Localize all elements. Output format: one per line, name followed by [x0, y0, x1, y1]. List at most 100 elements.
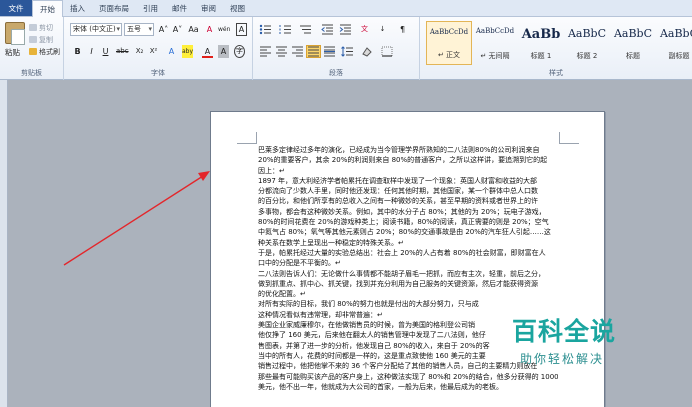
watermark-title: 百科全说: [512, 317, 617, 346]
change-case-button[interactable]: Aa: [188, 23, 199, 36]
line-spacing-icon[interactable]: [341, 46, 354, 57]
show-marks-icon[interactable]: ¶: [397, 23, 408, 36]
tab-0[interactable]: 文件: [0, 0, 32, 16]
style-sample: AaBbC: [613, 27, 653, 40]
text-line: 种关系在数学上呈现出一种稳定的特殊关系。↵: [258, 238, 404, 247]
copy-button[interactable]: 复制: [29, 35, 53, 45]
text-line: 分都流向了少数人手里，同时他还发现：任何其他时期，其他国家，某一个群体中总人口数: [258, 187, 538, 196]
font-group-label: 字体: [151, 69, 165, 77]
underline-button[interactable]: U: [100, 45, 111, 58]
char-shading-button[interactable]: A: [218, 45, 229, 58]
clear-format-button[interactable]: A: [204, 23, 215, 36]
increase-indent-icon[interactable]: [339, 24, 352, 35]
paste-icon[interactable]: [5, 22, 25, 45]
decrease-indent-icon[interactable]: [321, 24, 334, 35]
copy-icon: [29, 36, 37, 43]
text-line: 做到抓重点、抓中心、抓关键，找到并充分利用为自己服务的关键资源，然后才能获得资源: [258, 279, 538, 288]
text-line: 多事物，都会有这种微妙关系。例如，其中的水分子占 80%；其他的为 20%；玩电…: [258, 207, 546, 216]
text-line: 口中的分配是不平衡的。↵: [258, 259, 341, 268]
style-sample: AaBbCcDd: [475, 27, 515, 35]
ribbon-tab-bar: 文件 开始 插入 页面布局 引用 邮件 审阅 视图: [0, 0, 692, 18]
clipboard-group-label: 剪贴板: [21, 69, 42, 77]
styles-group-label: 样式: [549, 69, 563, 77]
style-item-3[interactable]: AaBbC 标题 2: [564, 21, 610, 65]
style-item-5[interactable]: AaBbC 副标题: [656, 21, 692, 65]
style-name: ↵ 正文: [437, 51, 461, 59]
style-item-1[interactable]: AaBbCcDd ↵ 无间隔: [472, 21, 518, 65]
text-line: 巴莱多定律经过多年的演化，已经成为当今管理学界所熟知的二八法则80%的公司利润来…: [258, 146, 540, 154]
text-line: 20%的重要客户，其余 20%的利润则来自 80%的普通客户，之所以这样讲，要追…: [258, 156, 548, 165]
superscript-button[interactable]: X²: [148, 45, 159, 58]
format-painter-button[interactable]: 格式刷: [29, 47, 60, 57]
tab-6[interactable]: 审阅: [194, 0, 223, 16]
style-name: 标题 1: [530, 52, 552, 60]
justify-icon[interactable]: [306, 45, 321, 58]
tab-5[interactable]: 邮件: [165, 0, 194, 16]
watermark-logo: 百科全说 助你轻松解决: [506, 310, 656, 378]
vertical-ruler: [0, 80, 8, 407]
borders-icon[interactable]: [381, 46, 394, 57]
enclose-char-button[interactable]: 字: [234, 45, 245, 58]
text-line: 美元，他不出一年，他就成为大公司的首家，一般为后来，他最后成为的老板。: [258, 382, 503, 391]
text-effects-button[interactable]: A: [166, 45, 177, 58]
highlight-button[interactable]: aby: [182, 45, 194, 58]
ribbon: 粘贴 剪切 复制 格式刷 剪贴板 宋体 (中文正) 五号 A˄ A˅ Aa A …: [0, 17, 692, 80]
phonetic-guide-button[interactable]: wén: [218, 23, 230, 36]
numbering-icon[interactable]: [279, 24, 292, 35]
clipboard-group: 粘贴 剪切 复制 格式刷 剪贴板: [0, 17, 64, 80]
style-sample: AaBbC: [567, 27, 607, 40]
style-name: 标题: [626, 52, 640, 60]
style-name: 副标题: [668, 52, 690, 60]
tab-2[interactable]: 插入: [63, 0, 92, 16]
style-item-0[interactable]: AaBbCcDd ↵ 正文: [426, 21, 472, 65]
paragraph-group-label: 段落: [329, 69, 343, 77]
style-sample: AaBbCcDd: [429, 28, 469, 36]
align-left-icon[interactable]: [259, 46, 272, 57]
style-name: ↵ 无间隔: [480, 52, 510, 60]
text-line: 的优化配置。↵: [258, 290, 306, 299]
font-group: 宋体 (中文正) 五号 A˄ A˅ Aa A wén A B I U abc X…: [64, 17, 253, 80]
bold-button[interactable]: B: [72, 45, 83, 58]
shrink-font-button[interactable]: A˅: [172, 23, 183, 36]
style-item-2[interactable]: AaBb 标题 1: [518, 21, 564, 65]
font-name-select[interactable]: 宋体 (中文正): [70, 23, 122, 36]
char-border-button[interactable]: A: [236, 23, 247, 36]
font-size-select[interactable]: 五号: [124, 23, 154, 36]
bullets-icon[interactable]: [259, 24, 272, 35]
chinese-layout-icon[interactable]: 文: [359, 23, 370, 36]
styles-group: AaBbCcDd ↵ 正文 AaBbCcDd ↵ 无间隔 AaBb 标题 1 AaBbC 标题…: [420, 17, 692, 80]
sort-icon[interactable]: ↓: [377, 23, 388, 36]
style-name: 标题 2: [576, 52, 598, 60]
grow-font-button[interactable]: A˄: [158, 23, 169, 36]
style-item-4[interactable]: AaBbC 标题: [610, 21, 656, 65]
crop-mark-left: [237, 132, 257, 144]
subscript-button[interactable]: X₂: [134, 45, 145, 58]
watermark-subtitle: 助你轻松解决: [520, 352, 605, 366]
multilevel-list-icon[interactable]: [299, 24, 312, 35]
shading-icon[interactable]: [361, 46, 374, 57]
paragraph-group: 文 ↓ ¶ 段落: [253, 17, 420, 80]
tab-4[interactable]: 引用: [136, 0, 165, 16]
text-line: 80%的时间花费在 20%的游戏种类上；阅读书籍，80%的阅读，真正需要的则是 …: [258, 218, 549, 227]
paste-button[interactable]: 粘贴: [5, 47, 20, 58]
text-line: 的百分比，和他们所享有的总收入之间有一种微妙的关系，甚至早期的资料或者世界上的许: [258, 197, 538, 206]
scissors-icon: [29, 24, 37, 31]
text-line: 1897 年，意大利经济学者帕累托在调查取样中发现了一个现象：英国人财富和收益的…: [258, 176, 538, 185]
text-line: 因上：↵: [258, 166, 285, 175]
tab-7[interactable]: 视图: [223, 0, 252, 16]
strikethrough-button[interactable]: abc: [116, 45, 129, 58]
tab-3[interactable]: 页面布局: [92, 0, 136, 16]
align-center-icon[interactable]: [275, 46, 288, 57]
distributed-icon[interactable]: [323, 46, 336, 57]
font-color-button[interactable]: A: [202, 45, 213, 58]
align-right-icon[interactable]: [291, 46, 304, 57]
crop-mark-right: [559, 132, 579, 144]
text-line: 对所有实际的目标，我们 80%的努力也就是付出的大部分努力，只与成: [258, 300, 479, 309]
style-sample: AaBb: [521, 27, 561, 42]
style-sample: AaBbC: [659, 27, 692, 40]
cut-button[interactable]: 剪切: [29, 23, 53, 33]
text-line: 于是，帕累托经过大量的实验总结出：社会上 20%的人占有着 80%的社会财富，即…: [258, 248, 546, 257]
tab-1[interactable]: 开始: [32, 0, 63, 18]
text-line: 二八法则告诉人们：无论做什么事情都不能胡子眉毛一把抓，而应有主次，轻重，前后之分…: [258, 269, 545, 278]
italic-button[interactable]: I: [86, 45, 97, 58]
